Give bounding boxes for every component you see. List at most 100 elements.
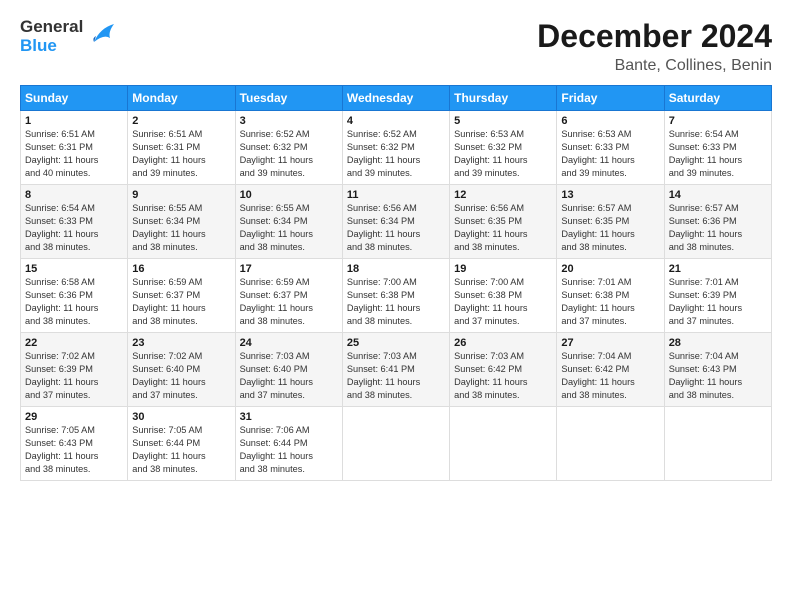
calendar-day-cell bbox=[450, 407, 557, 481]
day-info: Sunrise: 6:56 AMSunset: 6:35 PMDaylight:… bbox=[454, 202, 552, 254]
day-info: Sunrise: 7:05 AMSunset: 6:43 PMDaylight:… bbox=[25, 424, 123, 476]
day-number: 25 bbox=[347, 337, 445, 349]
day-info: Sunrise: 7:04 AMSunset: 6:42 PMDaylight:… bbox=[561, 350, 659, 402]
day-info: Sunrise: 6:55 AMSunset: 6:34 PMDaylight:… bbox=[240, 202, 338, 254]
calendar-day-header: Saturday bbox=[664, 86, 771, 111]
day-number: 24 bbox=[240, 337, 338, 349]
calendar-day-header: Monday bbox=[128, 86, 235, 111]
day-number: 10 bbox=[240, 189, 338, 201]
day-info: Sunrise: 6:59 AMSunset: 6:37 PMDaylight:… bbox=[132, 276, 230, 328]
calendar-day-cell: 29Sunrise: 7:05 AMSunset: 6:43 PMDayligh… bbox=[21, 407, 128, 481]
day-info: Sunrise: 7:03 AMSunset: 6:41 PMDaylight:… bbox=[347, 350, 445, 402]
day-info: Sunrise: 6:59 AMSunset: 6:37 PMDaylight:… bbox=[240, 276, 338, 328]
day-info: Sunrise: 6:53 AMSunset: 6:32 PMDaylight:… bbox=[454, 128, 552, 180]
day-info: Sunrise: 7:03 AMSunset: 6:40 PMDaylight:… bbox=[240, 350, 338, 402]
calendar-day-cell: 14Sunrise: 6:57 AMSunset: 6:36 PMDayligh… bbox=[664, 185, 771, 259]
day-number: 19 bbox=[454, 263, 552, 275]
day-info: Sunrise: 7:01 AMSunset: 6:38 PMDaylight:… bbox=[561, 276, 659, 328]
day-info: Sunrise: 7:02 AMSunset: 6:39 PMDaylight:… bbox=[25, 350, 123, 402]
day-info: Sunrise: 7:00 AMSunset: 6:38 PMDaylight:… bbox=[347, 276, 445, 328]
day-number: 8 bbox=[25, 189, 123, 201]
day-number: 4 bbox=[347, 115, 445, 127]
calendar-day-cell: 19Sunrise: 7:00 AMSunset: 6:38 PMDayligh… bbox=[450, 259, 557, 333]
day-number: 17 bbox=[240, 263, 338, 275]
calendar-day-cell: 9Sunrise: 6:55 AMSunset: 6:34 PMDaylight… bbox=[128, 185, 235, 259]
calendar-week-row: 1Sunrise: 6:51 AMSunset: 6:31 PMDaylight… bbox=[21, 111, 772, 185]
day-number: 2 bbox=[132, 115, 230, 127]
logo-text-line1: General bbox=[20, 18, 83, 37]
day-info: Sunrise: 6:58 AMSunset: 6:36 PMDaylight:… bbox=[25, 276, 123, 328]
calendar-day-cell: 27Sunrise: 7:04 AMSunset: 6:42 PMDayligh… bbox=[557, 333, 664, 407]
calendar-day-cell bbox=[557, 407, 664, 481]
calendar-week-row: 29Sunrise: 7:05 AMSunset: 6:43 PMDayligh… bbox=[21, 407, 772, 481]
header: General Blue December 2024 Bante, Collin… bbox=[20, 18, 772, 75]
day-info: Sunrise: 7:04 AMSunset: 6:43 PMDaylight:… bbox=[669, 350, 767, 402]
day-info: Sunrise: 7:05 AMSunset: 6:44 PMDaylight:… bbox=[132, 424, 230, 476]
calendar-day-header: Friday bbox=[557, 86, 664, 111]
calendar-week-row: 15Sunrise: 6:58 AMSunset: 6:36 PMDayligh… bbox=[21, 259, 772, 333]
day-number: 11 bbox=[347, 189, 445, 201]
day-number: 23 bbox=[132, 337, 230, 349]
day-info: Sunrise: 7:01 AMSunset: 6:39 PMDaylight:… bbox=[669, 276, 767, 328]
day-info: Sunrise: 6:51 AMSunset: 6:31 PMDaylight:… bbox=[25, 128, 123, 180]
day-info: Sunrise: 6:53 AMSunset: 6:33 PMDaylight:… bbox=[561, 128, 659, 180]
subtitle: Bante, Collines, Benin bbox=[537, 57, 772, 75]
calendar-day-cell: 28Sunrise: 7:04 AMSunset: 6:43 PMDayligh… bbox=[664, 333, 771, 407]
day-number: 7 bbox=[669, 115, 767, 127]
calendar-day-cell: 7Sunrise: 6:54 AMSunset: 6:33 PMDaylight… bbox=[664, 111, 771, 185]
calendar-day-cell: 11Sunrise: 6:56 AMSunset: 6:34 PMDayligh… bbox=[342, 185, 449, 259]
calendar-table: SundayMondayTuesdayWednesdayThursdayFrid… bbox=[20, 85, 772, 481]
day-number: 12 bbox=[454, 189, 552, 201]
day-info: Sunrise: 7:00 AMSunset: 6:38 PMDaylight:… bbox=[454, 276, 552, 328]
calendar-day-cell: 13Sunrise: 6:57 AMSunset: 6:35 PMDayligh… bbox=[557, 185, 664, 259]
day-number: 13 bbox=[561, 189, 659, 201]
day-number: 22 bbox=[25, 337, 123, 349]
day-info: Sunrise: 7:02 AMSunset: 6:40 PMDaylight:… bbox=[132, 350, 230, 402]
day-info: Sunrise: 6:54 AMSunset: 6:33 PMDaylight:… bbox=[25, 202, 123, 254]
calendar-week-row: 22Sunrise: 7:02 AMSunset: 6:39 PMDayligh… bbox=[21, 333, 772, 407]
main-title: December 2024 bbox=[537, 18, 772, 55]
calendar-day-cell: 21Sunrise: 7:01 AMSunset: 6:39 PMDayligh… bbox=[664, 259, 771, 333]
calendar-day-header: Sunday bbox=[21, 86, 128, 111]
day-number: 14 bbox=[669, 189, 767, 201]
day-number: 9 bbox=[132, 189, 230, 201]
calendar-day-cell: 26Sunrise: 7:03 AMSunset: 6:42 PMDayligh… bbox=[450, 333, 557, 407]
day-number: 26 bbox=[454, 337, 552, 349]
day-number: 30 bbox=[132, 411, 230, 423]
day-number: 20 bbox=[561, 263, 659, 275]
calendar-day-cell: 6Sunrise: 6:53 AMSunset: 6:33 PMDaylight… bbox=[557, 111, 664, 185]
day-number: 1 bbox=[25, 115, 123, 127]
logo: General Blue bbox=[20, 18, 118, 55]
calendar-week-row: 8Sunrise: 6:54 AMSunset: 6:33 PMDaylight… bbox=[21, 185, 772, 259]
calendar-day-header: Thursday bbox=[450, 86, 557, 111]
calendar-day-cell: 24Sunrise: 7:03 AMSunset: 6:40 PMDayligh… bbox=[235, 333, 342, 407]
day-info: Sunrise: 7:03 AMSunset: 6:42 PMDaylight:… bbox=[454, 350, 552, 402]
calendar-day-cell: 25Sunrise: 7:03 AMSunset: 6:41 PMDayligh… bbox=[342, 333, 449, 407]
title-section: December 2024 Bante, Collines, Benin bbox=[537, 18, 772, 75]
day-info: Sunrise: 6:51 AMSunset: 6:31 PMDaylight:… bbox=[132, 128, 230, 180]
day-info: Sunrise: 6:56 AMSunset: 6:34 PMDaylight:… bbox=[347, 202, 445, 254]
day-info: Sunrise: 6:52 AMSunset: 6:32 PMDaylight:… bbox=[347, 128, 445, 180]
calendar-day-header: Tuesday bbox=[235, 86, 342, 111]
calendar-day-cell: 2Sunrise: 6:51 AMSunset: 6:31 PMDaylight… bbox=[128, 111, 235, 185]
page: General Blue December 2024 Bante, Collin… bbox=[0, 0, 792, 612]
calendar-day-cell: 20Sunrise: 7:01 AMSunset: 6:38 PMDayligh… bbox=[557, 259, 664, 333]
calendar-day-cell: 3Sunrise: 6:52 AMSunset: 6:32 PMDaylight… bbox=[235, 111, 342, 185]
day-info: Sunrise: 6:52 AMSunset: 6:32 PMDaylight:… bbox=[240, 128, 338, 180]
day-number: 27 bbox=[561, 337, 659, 349]
day-number: 31 bbox=[240, 411, 338, 423]
day-number: 28 bbox=[669, 337, 767, 349]
calendar-day-cell: 23Sunrise: 7:02 AMSunset: 6:40 PMDayligh… bbox=[128, 333, 235, 407]
day-info: Sunrise: 6:55 AMSunset: 6:34 PMDaylight:… bbox=[132, 202, 230, 254]
day-number: 6 bbox=[561, 115, 659, 127]
calendar-day-cell: 18Sunrise: 7:00 AMSunset: 6:38 PMDayligh… bbox=[342, 259, 449, 333]
calendar-day-cell bbox=[342, 407, 449, 481]
calendar-day-cell: 8Sunrise: 6:54 AMSunset: 6:33 PMDaylight… bbox=[21, 185, 128, 259]
day-info: Sunrise: 6:57 AMSunset: 6:35 PMDaylight:… bbox=[561, 202, 659, 254]
day-number: 18 bbox=[347, 263, 445, 275]
calendar-header-row: SundayMondayTuesdayWednesdayThursdayFrid… bbox=[21, 86, 772, 111]
calendar-day-cell: 17Sunrise: 6:59 AMSunset: 6:37 PMDayligh… bbox=[235, 259, 342, 333]
day-number: 21 bbox=[669, 263, 767, 275]
day-number: 16 bbox=[132, 263, 230, 275]
logo-text-line2: Blue bbox=[20, 37, 83, 56]
